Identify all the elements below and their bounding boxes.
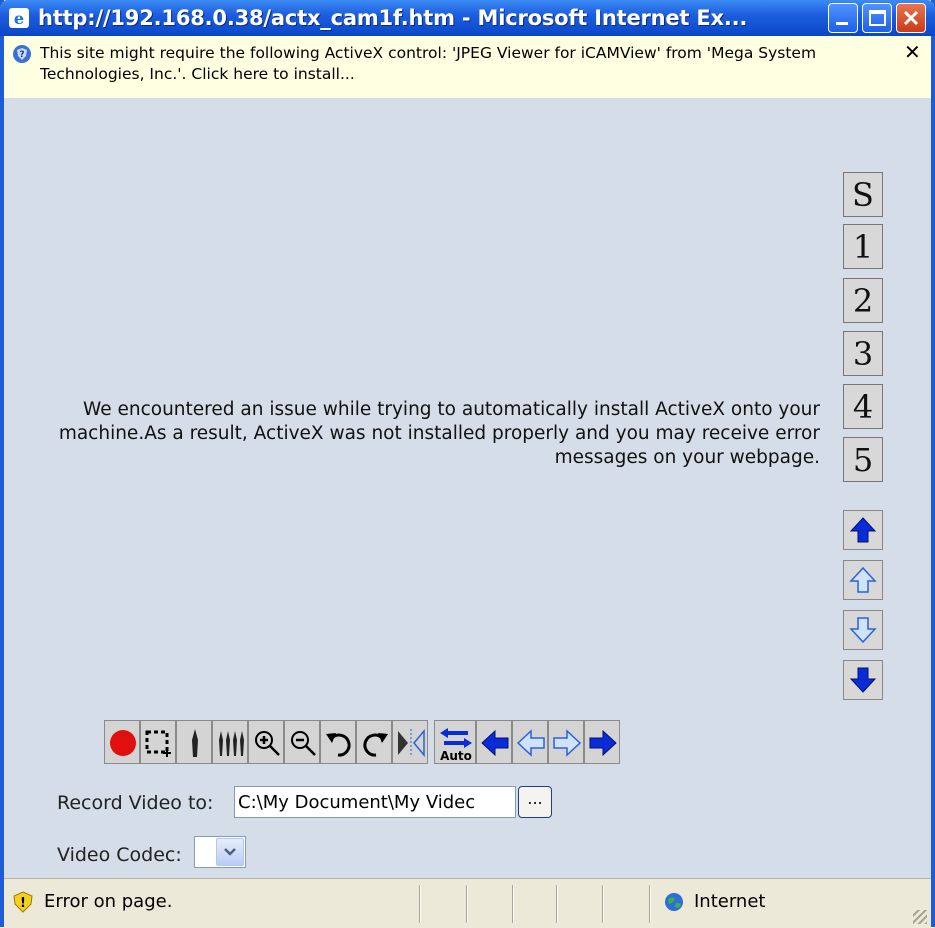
preset-button-3[interactable]: 3 bbox=[843, 331, 883, 376]
rotate-left-button[interactable] bbox=[320, 720, 356, 764]
pan-right-button[interactable] bbox=[548, 720, 584, 764]
dropdown-arrow-button[interactable] bbox=[216, 838, 244, 866]
multi-focus-icon bbox=[219, 731, 244, 756]
activex-error-message: We encountered an issue while trying to … bbox=[58, 399, 820, 468]
tilt-down-icon bbox=[849, 617, 877, 644]
auto-pan-icon: Auto bbox=[440, 728, 472, 762]
preset-button-5[interactable]: 5 bbox=[843, 437, 883, 482]
svg-text:?: ? bbox=[19, 50, 24, 60]
video-codec-select[interactable] bbox=[194, 836, 246, 868]
info-bar-close-icon[interactable]: ✕ bbox=[904, 40, 921, 64]
zoom-out-icon bbox=[291, 731, 316, 756]
select-area-icon bbox=[145, 730, 171, 757]
maximize-icon bbox=[869, 10, 886, 26]
status-divider bbox=[649, 885, 651, 923]
pan-right-icon bbox=[553, 729, 582, 757]
pan-left-fast-button[interactable] bbox=[476, 720, 512, 764]
preset-button-4[interactable]: 4 bbox=[843, 384, 883, 429]
tilt-down-fast-icon bbox=[849, 667, 877, 693]
close-icon bbox=[903, 10, 919, 26]
select-area-button[interactable] bbox=[140, 720, 176, 764]
chevron-down-icon bbox=[224, 848, 236, 856]
svg-text:!: ! bbox=[20, 896, 26, 911]
security-zone-text: Internet bbox=[694, 891, 766, 912]
ie-icon: e bbox=[9, 8, 29, 28]
pan-left-fast-icon bbox=[481, 729, 509, 757]
shield-icon: ? bbox=[13, 45, 31, 63]
page-content: We encountered an issue while trying to … bbox=[4, 98, 931, 878]
browse-button[interactable]: ... bbox=[518, 786, 552, 818]
browser-window: e http://192.168.0.38/actx_cam1f.htm - M… bbox=[0, 0, 935, 928]
window-title: http://192.168.0.38/actx_cam1f.htm - Mic… bbox=[38, 6, 748, 30]
preset-button-s[interactable]: S bbox=[843, 172, 883, 217]
auto-pan-button[interactable]: Auto bbox=[434, 720, 476, 764]
minimize-icon bbox=[836, 22, 848, 25]
zoom-in-button[interactable] bbox=[248, 720, 284, 764]
status-divider bbox=[512, 885, 514, 923]
warning-icon[interactable]: ! bbox=[12, 891, 34, 913]
tilt-down-button[interactable] bbox=[843, 610, 883, 650]
preset-button-2[interactable]: 2 bbox=[843, 278, 883, 323]
status-error-text[interactable]: Error on page. bbox=[44, 891, 172, 912]
status-divider bbox=[602, 885, 604, 923]
record-video-label: Record Video to: bbox=[57, 792, 214, 814]
pan-left-button[interactable] bbox=[512, 720, 548, 764]
video-codec-label: Video Codec: bbox=[57, 844, 182, 866]
minimize-button[interactable] bbox=[828, 3, 858, 33]
auto-label: Auto bbox=[440, 749, 472, 762]
record-button[interactable] bbox=[104, 720, 140, 764]
rotate-right-button[interactable] bbox=[356, 720, 392, 764]
tilt-up-fast-button[interactable] bbox=[843, 510, 883, 550]
resize-grip[interactable] bbox=[913, 910, 927, 924]
title-bar[interactable]: e http://192.168.0.38/actx_cam1f.htm - M… bbox=[0, 0, 935, 36]
tilt-up-fast-icon bbox=[849, 517, 877, 543]
mirror-icon bbox=[398, 728, 425, 758]
tilt-up-button[interactable] bbox=[843, 560, 883, 600]
mirror-button[interactable] bbox=[392, 720, 428, 764]
pan-left-icon bbox=[516, 729, 545, 757]
record-path-input[interactable] bbox=[234, 786, 516, 818]
pan-right-fast-button[interactable] bbox=[584, 720, 620, 764]
svg-text:e: e bbox=[14, 9, 24, 28]
tilt-up-icon bbox=[849, 566, 877, 593]
single-focus-button[interactable] bbox=[176, 720, 212, 764]
info-bar-text[interactable]: This site might require the following Ac… bbox=[40, 43, 880, 85]
rotate-right-icon bbox=[363, 733, 388, 757]
globe-icon bbox=[665, 893, 683, 911]
status-bar: ! Error on page. Internet bbox=[4, 878, 931, 928]
status-divider bbox=[466, 885, 468, 923]
pan-right-fast-icon bbox=[589, 729, 617, 757]
multi-focus-button[interactable] bbox=[212, 720, 248, 764]
close-button[interactable] bbox=[896, 3, 926, 33]
activex-info-bar[interactable]: ? This site might require the following … bbox=[4, 36, 931, 99]
preset-button-1[interactable]: 1 bbox=[843, 224, 883, 269]
status-divider bbox=[419, 885, 421, 923]
single-focus-icon bbox=[192, 729, 198, 757]
maximize-button[interactable] bbox=[862, 3, 892, 33]
zoom-out-button[interactable] bbox=[284, 720, 320, 764]
record-icon bbox=[110, 730, 136, 756]
status-divider bbox=[556, 885, 558, 923]
zoom-in-icon bbox=[255, 731, 280, 756]
rotate-left-icon bbox=[326, 733, 351, 757]
tilt-down-fast-button[interactable] bbox=[843, 660, 883, 700]
